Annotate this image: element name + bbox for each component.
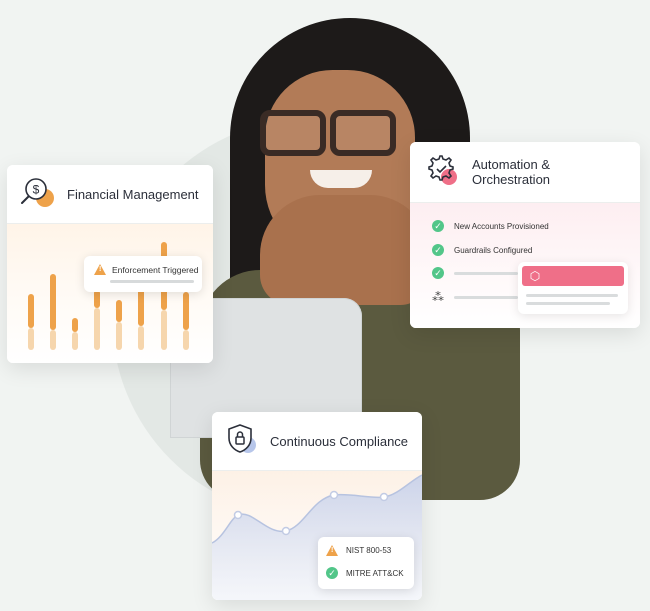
task-label: New Accounts Provisioned <box>454 221 549 231</box>
photo-smile <box>310 170 372 188</box>
framework-row: ! NIST 800-53 <box>326 545 391 556</box>
chart-bar <box>138 282 144 350</box>
warning-icon: ! <box>94 264 106 275</box>
framework-label: MITRE ATT&CK <box>346 568 404 578</box>
placeholder-line <box>526 302 610 305</box>
check-icon: ✓ <box>326 567 338 579</box>
check-icon: ✓ <box>432 220 444 232</box>
framework-label: NIST 800-53 <box>346 546 392 555</box>
compliance-frameworks-box: ! NIST 800-53 ✓ MITRE ATT&CK <box>318 537 414 589</box>
dollar-search-icon: $ <box>19 173 57 216</box>
enforcement-alert-text: Enforcement Triggered <box>112 264 199 275</box>
chart-bar <box>183 292 189 350</box>
task-row: ✓ Guardrails Configured <box>432 244 532 256</box>
chart-bar <box>94 290 100 350</box>
financial-card-title: Financial Management <box>67 186 199 202</box>
chart-point <box>233 510 243 520</box>
financial-bar-chart <box>7 224 213 363</box>
enforcement-alert-tooltip: ! Enforcement Triggered <box>84 256 202 292</box>
placeholder-line <box>526 294 618 297</box>
provisioning-bar: ⬡ <box>522 266 624 286</box>
placeholder-line <box>110 280 194 283</box>
automation-card-title: Automation & Orchestration <box>472 157 551 187</box>
photo-glasses-left <box>260 110 326 156</box>
task-row: ✓ <box>432 267 518 279</box>
chart-point <box>281 526 291 536</box>
photo-hands <box>260 195 430 305</box>
compliance-card-header: Continuous Compliance <box>212 412 422 471</box>
check-icon: ✓ <box>432 267 444 279</box>
chart-point <box>329 490 339 500</box>
shield-lock-icon <box>224 421 260 462</box>
placeholder-line <box>454 271 518 275</box>
warning-icon: ! <box>326 545 338 556</box>
spinner-icon: ⁂ <box>432 290 444 304</box>
chart-bar <box>28 294 34 350</box>
framework-row: ✓ MITRE ATT&CK <box>326 567 404 579</box>
svg-text:$: $ <box>33 182 40 196</box>
gear-check-icon <box>422 150 462 195</box>
task-row: ⁂ <box>432 291 518 303</box>
check-icon: ✓ <box>432 244 444 256</box>
task-row: ✓ New Accounts Provisioned <box>432 220 549 232</box>
cube-icon: ⬡ <box>529 269 541 283</box>
chart-bar <box>50 274 56 350</box>
chart-point <box>379 492 389 502</box>
financial-card-header: $ Financial Management <box>7 165 213 224</box>
provisioning-panel: ⬡ <box>518 262 628 314</box>
placeholder-line <box>454 295 518 299</box>
chart-bar <box>116 300 122 350</box>
automation-card-header: Automation & Orchestration <box>410 142 640 203</box>
photo-glasses-right <box>330 110 396 156</box>
task-label: Guardrails Configured <box>454 245 533 255</box>
compliance-card-title: Continuous Compliance <box>270 433 409 449</box>
chart-bar <box>72 318 78 350</box>
